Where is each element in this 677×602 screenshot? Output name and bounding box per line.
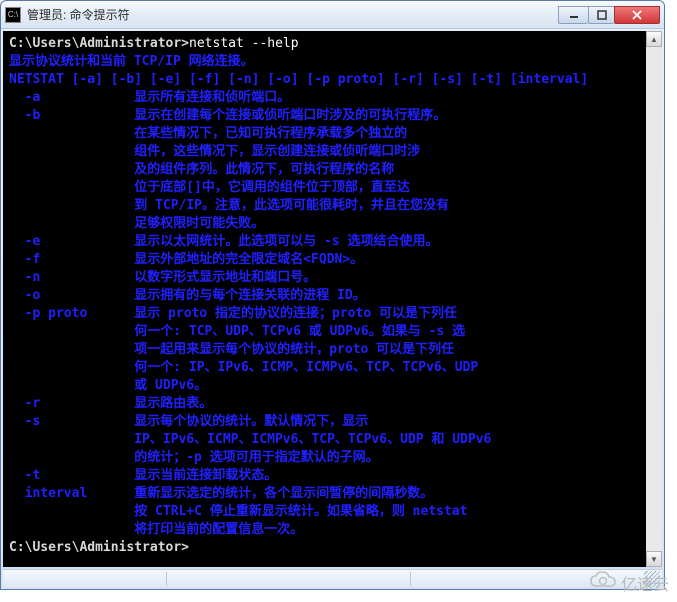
statusbar	[3, 569, 662, 587]
watermark-text: 亿速云	[621, 571, 669, 595]
window-title: 管理员: 命令提示符	[27, 6, 558, 23]
watermark: 亿速云	[589, 570, 669, 596]
terminal-output[interactable]: C:\Users\Administrator>netstat --help显示协…	[3, 31, 662, 567]
titlebar[interactable]: C:\ 管理员: 命令提示符	[1, 1, 664, 29]
cloud-icon	[589, 570, 617, 596]
scrollbar-track[interactable]	[646, 47, 662, 551]
maximize-button[interactable]	[588, 6, 614, 24]
minimize-button[interactable]	[558, 6, 588, 24]
cmd-window: C:\ 管理员: 命令提示符 C:\Users\Administrator>ne…	[0, 0, 665, 590]
scroll-down-button[interactable]: ▼	[646, 551, 662, 567]
cmd-icon: C:\	[5, 7, 21, 23]
statusbar-separator	[166, 572, 170, 586]
close-button[interactable]	[614, 6, 660, 24]
scrollbar[interactable]: ▲ ▼	[646, 31, 662, 567]
statusbar-separator	[410, 572, 414, 586]
close-icon	[631, 10, 643, 20]
minimize-icon	[569, 10, 579, 20]
maximize-icon	[597, 10, 607, 20]
scroll-up-button[interactable]: ▲	[646, 31, 662, 47]
window-controls	[558, 6, 660, 24]
